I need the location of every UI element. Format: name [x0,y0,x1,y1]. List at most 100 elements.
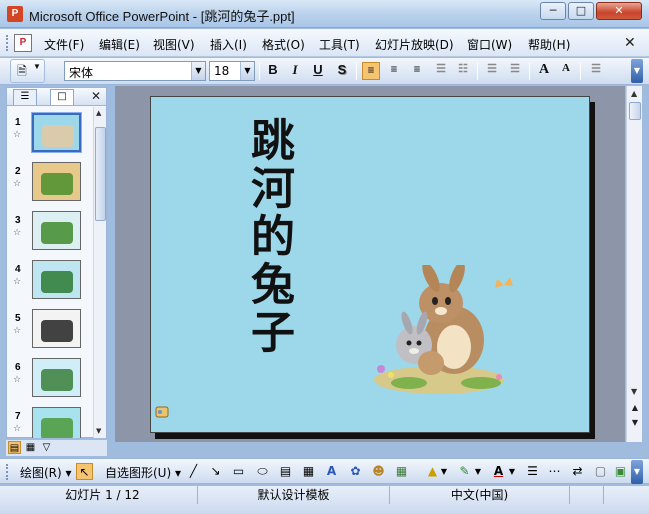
slide-thumbnail-row[interactable]: 7 ☆ [7,405,93,438]
autoshapes-button[interactable]: 自选图形(U) ▾ [105,464,181,481]
rectangle-icon[interactable]: ▭ [230,463,247,480]
scroll-thumb[interactable] [629,102,641,120]
menu-grip[interactable] [6,35,9,51]
close-button[interactable]: ✕ [596,2,642,20]
numbering-icon[interactable]: ☰ [483,62,501,80]
minimize-button[interactable]: ─ [540,2,566,20]
shadow-button[interactable]: S [333,62,351,80]
thumbnail-artwork [41,271,73,293]
chevron-down-icon[interactable]: ▼ [508,463,516,480]
toolbar-options-icon[interactable]: ▼ [631,59,643,83]
shrink-font-button[interactable]: A [557,62,575,80]
align-left-icon[interactable]: ≡ [362,62,380,80]
slide-thumbnail-row[interactable]: 4 ☆ [7,258,93,307]
toolbar-options-icon[interactable]: ▼ [631,460,643,484]
line-color-icon[interactable]: ✎ [456,463,473,480]
shadow-style-icon[interactable]: ▢ [592,463,609,480]
normal-view-icon[interactable]: ▤ [8,441,21,454]
rabbit-illustration[interactable] [369,265,519,400]
maximize-button[interactable]: □ [568,2,594,20]
slide-thumbnail-row[interactable]: 5 ☆ [7,307,93,356]
bullets-icon[interactable]: ☰ [506,62,524,80]
chevron-down-icon[interactable]: ▼ [440,463,448,480]
font-name-combo[interactable]: 宋体 ▼ [64,61,206,81]
arrow-icon[interactable]: ↘ [207,463,224,480]
toolbar-options-icon[interactable]: ▼ [32,62,42,80]
menu-window[interactable]: 窗口(W) [467,36,512,53]
slide-thumbnail[interactable] [32,309,81,348]
menu-edit[interactable]: 编辑(E) [99,36,140,53]
close-document-icon[interactable]: ✕ [624,35,636,51]
scroll-thumb[interactable] [95,127,106,221]
slide-thumbnail-row[interactable]: 2 ☆ [7,160,93,209]
font-color-icon[interactable]: A [490,463,507,480]
slide-scrollbar[interactable]: ▲ ▼ ▲ ▼ [626,86,642,442]
next-slide-icon[interactable]: ▼ [628,416,642,430]
align-right-icon[interactable]: ≡ [408,62,426,80]
slide-thumbnail[interactable] [32,162,81,201]
menu-file[interactable]: 文件(F) [44,36,84,53]
slide-thumbnail-row[interactable]: 3 ☆ [7,209,93,258]
menu-tools[interactable]: 工具(T) [319,36,360,53]
textbox-icon[interactable]: ▤ [277,463,294,480]
menu-view[interactable]: 视图(V) [153,36,195,53]
sorter-view-icon[interactable]: ▦ [24,441,37,454]
dash-style-icon[interactable]: ⋯ [546,463,563,480]
line-icon[interactable]: ╱ [185,463,202,480]
scroll-up-icon[interactable]: ▲ [631,89,637,98]
select-pointer-icon[interactable]: ↖ [76,463,93,480]
powerpoint-icon[interactable]: P [7,6,23,22]
vertical-text-icon[interactable]: ☷ [454,62,472,80]
slide-title[interactable]: 跳河的兔子 [235,117,295,357]
grow-font-button[interactable]: A [535,62,553,80]
distribute-icon[interactable]: ☰ [432,62,450,80]
clipart-icon[interactable]: ☻ [370,463,387,480]
pane-scrollbar[interactable]: ▲ ▼ [93,107,106,438]
vertical-textbox-icon[interactable]: ▦ [300,463,317,480]
slide-canvas[interactable]: 跳河的兔子 [150,96,590,433]
slide-thumbnail[interactable] [32,211,81,250]
fill-color-icon[interactable]: ▲ [424,463,441,480]
close-pane-icon[interactable]: ✕ [91,89,101,103]
scroll-down-icon[interactable]: ▼ [96,427,101,435]
menu-insert[interactable]: 插入(I) [210,36,247,53]
line-style-icon[interactable]: ☰ [524,463,541,480]
menu-slideshow[interactable]: 幻灯片放映(D) [375,36,454,53]
scroll-up-icon[interactable]: ▲ [96,109,101,117]
slide-thumbnail[interactable] [32,407,81,438]
slide-thumbnail[interactable] [32,260,81,299]
font-size-value: 18 [214,64,230,78]
arrow-style-icon[interactable]: ⇄ [569,463,586,480]
document-icon[interactable]: P [14,34,32,52]
picture-icon[interactable]: ▦ [393,463,410,480]
underline-button[interactable]: U [309,62,327,80]
wordart-icon[interactable]: A [323,463,340,480]
chevron-down-icon[interactable]: ▼ [474,463,482,480]
chevron-down-icon[interactable]: ▼ [240,62,254,80]
sound-icon[interactable] [154,403,170,419]
previous-slide-icon[interactable]: ▲ [628,401,642,415]
draw-menu-button[interactable]: 绘图(R) ▾ [20,464,72,481]
decrease-indent-icon[interactable]: ☰ [587,62,605,80]
menu-help[interactable]: 帮助(H) [528,36,570,53]
chevron-down-icon[interactable]: ▼ [191,62,205,80]
bold-button[interactable]: B [264,62,282,80]
toolbar-grip[interactable] [6,464,9,480]
slide-thumbnail[interactable] [31,112,82,153]
scroll-down-icon[interactable]: ▼ [631,387,637,396]
menu-format[interactable]: 格式(O) [262,36,305,53]
align-center-icon[interactable]: ≡ [385,62,403,80]
oval-icon[interactable]: ⬭ [254,463,271,480]
outline-tab[interactable]: ☰ [13,89,37,105]
slide-thumbnail-row[interactable]: 6 ☆ [7,356,93,405]
diagram-icon[interactable]: ✿ [347,463,364,480]
slide-thumbnail[interactable] [32,358,81,397]
slides-tab[interactable]: □ [50,89,74,105]
slideshow-view-icon[interactable]: ▽ [40,441,53,454]
slide-thumbnail-row[interactable]: 1 ☆ [7,111,93,160]
font-size-combo[interactable]: 18 ▼ [209,61,255,81]
italic-button[interactable]: I [286,62,304,80]
view-buttons: ▤ ▦ ▽ [6,440,107,456]
new-document-icon[interactable]: 🗎 [13,62,31,80]
3d-style-icon[interactable]: ▣ [612,463,629,480]
